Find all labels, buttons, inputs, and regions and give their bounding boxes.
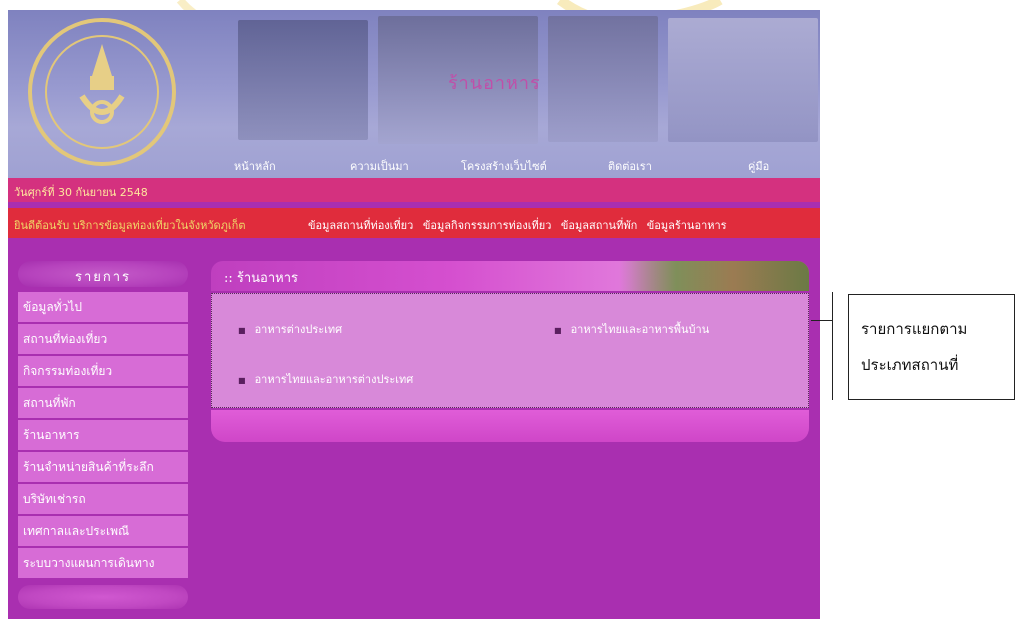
sidebar-item-attractions[interactable]: สถานที่ท่องเที่ยว [18,324,188,354]
callout-connector [811,320,833,321]
date-bar: วันศุกร์ที่ 30 กันยายน 2548 [8,178,820,202]
nav-sitemap[interactable]: โครงสร้างเว็บไซต์ [461,157,547,175]
top-navigation: หน้าหลัก ความเป็นมา โครงสร้างเว็บไซต์ ติ… [8,154,820,178]
banner-photo [668,18,818,142]
quick-links: ข้อมูลสถานที่ท่องเที่ยว ข้อมูลกิจกรรมการ… [308,216,733,234]
sidebar-item-restaurants[interactable]: ร้านอาหาร [18,420,188,450]
quick-link-activities[interactable]: ข้อมูลกิจกรรมการท่องเที่ยว [423,219,552,232]
header-banner: ร้านอาหาร หน้าหลัก ความเป็นมา โครงสร้างเ… [8,10,820,178]
content-header-photo [619,261,809,291]
quick-link-attractions[interactable]: ข้อมูลสถานที่ท่องเที่ยว [308,219,413,232]
content-footer [211,410,809,442]
welcome-bar: ยินดีต้อนรับ บริการข้อมูลท่องเที่ยวในจัง… [8,208,820,238]
sidebar-menu: ข้อมูลทั่วไป สถานที่ท่องเที่ยว กิจกรรมท่… [18,292,188,580]
sidebar-item-souvenir-shops[interactable]: ร้านจำหน่ายสินค้าที่ระลึก [18,452,188,482]
nav-home[interactable]: หน้าหลัก [234,157,276,175]
sidebar-item-festivals[interactable]: เทศกาลและประเพณี [18,516,188,546]
banner-photo [238,20,368,140]
callout-annotation: รายการแยกตาม ประเภทสถานที่ [848,294,1015,400]
university-seal-logo [28,18,176,166]
callout-line-2: ประเภทสถานที่ [861,356,959,374]
restaurant-category-thai-foreign[interactable]: อาหารไทยและอาหารต่างประเทศ [238,370,414,388]
content-header: :: ร้านอาหาร [211,261,809,291]
website-frame: ร้านอาหาร หน้าหลัก ความเป็นมา โครงสร้างเ… [8,10,820,619]
sidebar-item-trip-planner[interactable]: ระบบวางแผนการเดินทาง [18,548,188,578]
nav-history[interactable]: ความเป็นมา [350,157,409,175]
content-body: อาหารต่างประเทศ อาหารไทยและอาหารพื้นบ้าน… [211,293,809,408]
quick-link-accommodation[interactable]: ข้อมูลสถานที่พัก [561,219,637,232]
nav-contact[interactable]: ติดต่อเรา [608,157,652,175]
sidebar-item-general-info[interactable]: ข้อมูลทั่วไป [18,292,188,322]
banner-photo [548,16,658,142]
sidebar-footer [18,585,188,609]
sidebar-item-car-rental[interactable]: บริษัทเช่ารถ [18,484,188,514]
page-title: ร้านอาหาร [448,73,541,94]
sidebar-heading: รายการ [74,270,132,285]
current-date: วันศุกร์ที่ 30 กันยายน 2548 [14,186,148,199]
callout-bracket [832,292,833,400]
nav-manual[interactable]: คู่มือ [748,157,769,175]
sidebar-header: รายการ [18,261,188,287]
welcome-text: ยินดีต้อนรับ บริการข้อมูลท่องเที่ยวในจัง… [14,219,246,232]
restaurant-category-foreign[interactable]: อาหารต่างประเทศ [238,320,343,338]
quick-link-restaurants[interactable]: ข้อมูลร้านอาหาร [647,219,727,232]
content-heading: :: ร้านอาหาร [224,271,299,286]
sidebar-item-accommodation[interactable]: สถานที่พัก [18,388,188,418]
sidebar-item-activities[interactable]: กิจกรรมท่องเที่ยว [18,356,188,386]
callout-line-1: รายการแยกตาม [861,320,968,338]
restaurant-category-thai-local[interactable]: อาหารไทยและอาหารพื้นบ้าน [554,320,710,338]
